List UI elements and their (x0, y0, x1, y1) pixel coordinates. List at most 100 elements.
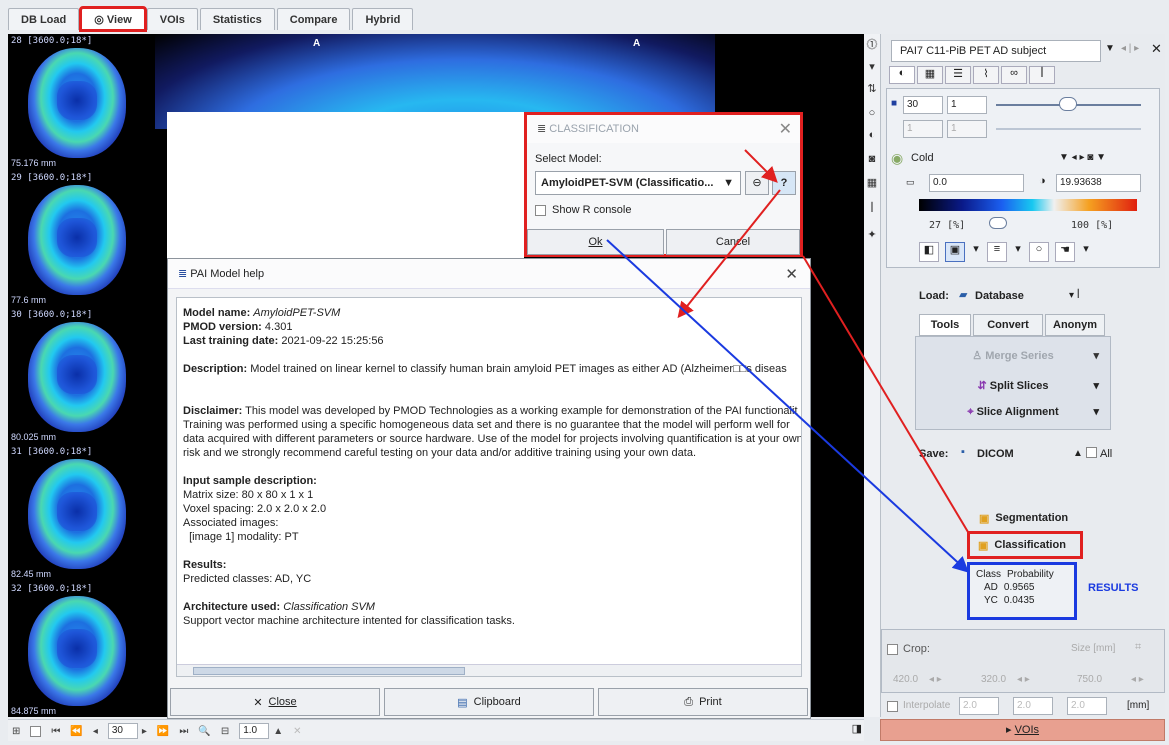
clipboard-button[interactable]: ▤ Clipboard (384, 688, 594, 716)
settings-icon[interactable]: ◨ (852, 722, 862, 735)
close-icon[interactable]: ✕ (785, 265, 798, 283)
show-r-console-option[interactable]: Show R console (535, 204, 632, 216)
interp-y-input[interactable]: 2.0 (1013, 697, 1053, 715)
database-button[interactable]: Database (975, 290, 1024, 302)
crop-icon[interactable]: ⌗ (1135, 641, 1141, 654)
dicom-button[interactable]: DICOM (977, 448, 1014, 460)
last-frame-icon[interactable]: ⏭ (179, 726, 188, 737)
tab-convert[interactable]: Convert (973, 314, 1043, 336)
chevron-down-icon[interactable]: ▾ (1081, 242, 1091, 262)
circle-icon[interactable]: ○ (866, 106, 878, 120)
crop-z-arrows[interactable]: ◂ ▸ (1131, 674, 1144, 685)
tab-statistics[interactable]: Statistics (199, 8, 275, 30)
slice-thumbnail[interactable]: 28 [3600.0;18*] 75.176 mm (8, 34, 148, 170)
colormap-controls[interactable]: ▼ ◂ ▸ ◙ ▼ (1059, 152, 1106, 163)
contrast-icon[interactable]: ◐ (889, 66, 915, 84)
camera-icon[interactable]: ◙ (866, 152, 878, 166)
glasses-icon[interactable]: ∞ (1001, 66, 1027, 84)
orientation-icon[interactable]: ⇅ (866, 82, 878, 96)
series-selector[interactable]: PAI7 C11-PiB PET AD subject (891, 40, 1101, 62)
previous-icon[interactable]: ◂ | ▸ (1121, 43, 1139, 54)
zoom-icon[interactable]: 🔍 (198, 726, 210, 737)
cancel-button[interactable]: Cancel (666, 229, 800, 255)
tab-hybrid[interactable]: Hybrid (352, 8, 414, 30)
checkbox[interactable] (535, 204, 546, 216)
lower-threshold-thumb[interactable] (989, 217, 1007, 229)
close-icon[interactable]: ✕ (779, 119, 792, 139)
zoom-out-icon[interactable]: ⊟ (221, 726, 229, 737)
chevron-up-icon[interactable]: ▲ (273, 726, 283, 737)
frame-slider[interactable] (996, 128, 1141, 130)
circle-icon[interactable]: ○ (1029, 242, 1049, 262)
slice-alignment-button[interactable]: ⌖ Slice Alignment ▾ (923, 402, 1103, 424)
load-options-icon[interactable]: ▾ ꟾ (1069, 290, 1080, 301)
checkbox[interactable] (30, 725, 42, 737)
slice-thumbnail[interactable]: 32 [3600.0;18*] 84.875 mm (8, 582, 148, 718)
merge-series-button[interactable]: ♙ Merge Series ▾ (923, 346, 1103, 368)
model-select[interactable]: AmyloidPET-SVM (Classificatio... ▼ (535, 171, 741, 195)
scrollbar-thumb[interactable] (193, 667, 465, 675)
frame-step-input[interactable]: 1 (947, 120, 987, 138)
tab-tools[interactable]: Tools (919, 314, 971, 336)
slice-step-input[interactable]: 1 (947, 96, 987, 114)
tab-view[interactable]: ◎ View (79, 6, 147, 32)
interp-x-input[interactable]: 2.0 (959, 697, 999, 715)
interp-z-input[interactable]: 2.0 (1067, 697, 1107, 715)
chevron-up-icon[interactable]: ▲ (1073, 448, 1083, 459)
close-icon[interactable]: ✕ (293, 726, 301, 737)
colormap-label[interactable]: Cold (911, 152, 934, 164)
first-frame-icon[interactable]: ⏮ (51, 726, 60, 737)
interpolate-checkbox[interactable] (887, 701, 898, 712)
tab-compare[interactable]: Compare (276, 8, 351, 30)
chevron-down-icon[interactable]: ▼ (1105, 43, 1115, 54)
grid-icon[interactable]: ▦ (917, 66, 943, 84)
frame-input[interactable]: 30 (107, 723, 138, 739)
fast-forward-icon[interactable]: ⏩ (157, 726, 169, 737)
zoom-input[interactable]: 1.0 (239, 723, 270, 739)
frame-input[interactable]: 1 (903, 120, 943, 138)
split-slices-button[interactable]: ⇵ Split Slices ▾ (923, 376, 1103, 398)
chart-icon[interactable]: ⌇ (973, 66, 999, 84)
fusion-icon[interactable]: ◧ (919, 242, 939, 262)
slice-input[interactable]: 30 (903, 96, 943, 114)
back-icon[interactable]: ◂ (93, 726, 98, 737)
crosshair-icon[interactable]: ✦ (866, 228, 878, 242)
grid-icon[interactable]: ▦ (866, 176, 878, 190)
crop-x-arrows[interactable]: ◂ ▸ (929, 674, 942, 685)
refresh-button[interactable]: ⊖ (745, 171, 769, 195)
slice-slider-thumb[interactable] (1059, 97, 1077, 111)
crop-y-arrows[interactable]: ◂ ▸ (1017, 674, 1030, 685)
all-checkbox[interactable] (1086, 447, 1097, 458)
forward-icon[interactable]: ▸ (142, 726, 147, 737)
segmentation-button[interactable]: ▣ Segmentation (979, 512, 1068, 525)
layers-icon[interactable]: ☰ (945, 66, 971, 84)
hand-icon[interactable]: ☚ (1055, 242, 1075, 262)
slice-thumbnail[interactable]: 30 [3600.0;18*] 80.025 mm (8, 308, 148, 444)
chevron-down-icon[interactable]: ▾ (971, 242, 981, 262)
crop-checkbox[interactable] (887, 644, 898, 655)
stripes-icon[interactable]: ≡ (987, 242, 1007, 262)
slice-thumbnail[interactable]: 31 [3600.0;18*] 82.45 mm (8, 445, 148, 581)
contrast-icon[interactable]: ◐ (866, 128, 878, 142)
layout-icon[interactable]: ⊞ (12, 726, 20, 737)
figure-icon[interactable]: ꟾ (1029, 66, 1055, 84)
min-value-input[interactable]: 0.0 (929, 174, 1024, 192)
tab-anonym[interactable]: Anonym (1045, 314, 1105, 336)
help-button[interactable]: ? (772, 171, 796, 195)
chevron-down-icon[interactable]: ▾ (866, 60, 878, 74)
tab-db-load[interactable]: DB Load (8, 8, 80, 30)
print-button[interactable]: ⎙ Print (598, 688, 808, 716)
vois-button[interactable]: ▸ VOIs (880, 719, 1165, 741)
classification-button[interactable]: ▣ Classification (967, 531, 1083, 559)
layout-icon[interactable]: ▣ (945, 242, 965, 262)
ok-button[interactable]: Ok (527, 229, 664, 255)
fast-back-icon[interactable]: ⏪ (70, 726, 82, 737)
max-value-input[interactable]: 19.93638 (1056, 174, 1141, 192)
slice-thumbnail[interactable]: 29 [3600.0;18*] 77.6 mm (8, 171, 148, 307)
figure-icon[interactable]: ꟾ (866, 202, 878, 216)
chevron-down-icon[interactable]: ▾ (1013, 242, 1023, 262)
horizontal-scrollbar[interactable] (177, 664, 801, 676)
tab-vois[interactable]: VOIs (146, 8, 198, 30)
close-button[interactable]: ✕ Close (170, 688, 380, 716)
close-icon[interactable]: ✕ (1151, 41, 1162, 57)
